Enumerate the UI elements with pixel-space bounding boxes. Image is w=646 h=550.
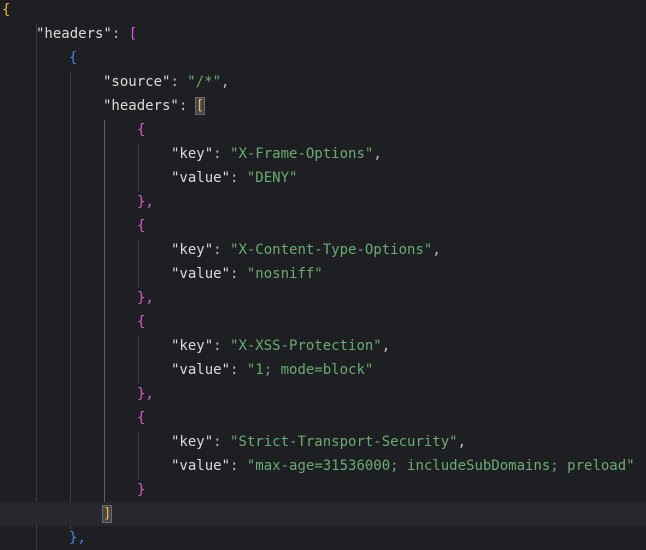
entry-key-value: "X-XSS-Protection" — [230, 338, 382, 354]
code-line[interactable]: }, — [0, 382, 646, 406]
entry-value-value: "DENY" — [246, 170, 298, 186]
colon: : — [230, 458, 247, 474]
code-line[interactable]: { — [0, 118, 646, 142]
source-key: "source" — [103, 74, 171, 90]
entry-open-brace: { — [137, 410, 146, 426]
code-line[interactable]: { — [0, 214, 646, 238]
colon: : — [230, 362, 247, 378]
comma: , — [221, 74, 230, 90]
code-line[interactable]: "headers": [ — [0, 94, 646, 118]
comma: , — [373, 146, 382, 162]
entry-key-name: "key" — [171, 338, 214, 354]
code-line[interactable]: "value": "1; mode=block" — [0, 358, 646, 382]
entry-close-brace: }, — [137, 194, 154, 210]
code-line[interactable]: "key": "X-XSS-Protection", — [0, 334, 646, 358]
comma: , — [432, 242, 441, 258]
inner-array-close: ] — [101, 505, 113, 523]
code-line[interactable]: }, — [0, 286, 646, 310]
colon: : — [213, 338, 231, 354]
headers-key: "headers" — [36, 26, 112, 42]
current-code-line[interactable]: ] — [0, 502, 646, 526]
entry-key-value: "Strict-Transport-Security" — [230, 434, 458, 450]
entry-key-value: "X-Frame-Options" — [230, 146, 374, 162]
inner-array-open: [ — [194, 97, 206, 115]
colon: : — [178, 98, 196, 114]
code-line[interactable]: } — [0, 478, 646, 502]
comma: , — [457, 434, 467, 450]
source-value: "/*" — [187, 74, 222, 90]
colon: : — [213, 434, 231, 450]
code-line[interactable]: "source": "/*", — [0, 70, 646, 94]
entry-open-brace: { — [137, 314, 146, 330]
code-line[interactable]: "value": "DENY" — [0, 166, 646, 190]
colon: : — [230, 266, 247, 282]
entry-value-name: "value" — [171, 170, 231, 186]
rule-object-open: { — [69, 50, 78, 66]
entry-value-value: "nosniff" — [246, 266, 323, 282]
code-line[interactable]: "key": "X-Frame-Options", — [0, 142, 646, 166]
code-line[interactable]: }, — [0, 190, 646, 214]
entry-key-name: "key" — [171, 146, 214, 162]
colon: : — [230, 170, 247, 186]
entry-value-name: "value" — [171, 458, 231, 474]
entry-open-brace: { — [137, 218, 146, 234]
entry-value-name: "value" — [171, 266, 231, 282]
code-line[interactable]: "key": "Strict-Transport-Security", — [0, 430, 646, 454]
root-open-brace: { — [2, 2, 11, 18]
headers-array-open: [ — [128, 26, 138, 42]
entry-key-value: "X-Content-Type-Options" — [230, 242, 433, 258]
entry-value-value: "max-age=31536000; includeSubDomains; pr… — [246, 458, 635, 474]
code-line[interactable]: { — [0, 0, 646, 22]
comma: , — [381, 338, 391, 354]
entry-key-name: "key" — [171, 242, 214, 258]
code-line[interactable]: "value": "max-age=31536000; includeSubDo… — [0, 454, 646, 478]
code-editor[interactable]: { "headers": [ { "source": "/*", "header… — [0, 0, 646, 550]
entry-value-value: "1; mode=block" — [246, 362, 374, 378]
code-line[interactable]: "key": "X-Content-Type-Options", — [0, 238, 646, 262]
colon: : — [213, 146, 231, 162]
entry-close-brace: }, — [137, 386, 154, 402]
colon: : — [213, 242, 231, 258]
colon: : — [111, 26, 129, 42]
code-line[interactable]: "headers": [ — [0, 22, 646, 46]
code-line[interactable]: "value": "nosniff" — [0, 262, 646, 286]
entry-value-name: "value" — [171, 362, 231, 378]
code-line[interactable]: { — [0, 310, 646, 334]
colon: : — [170, 74, 188, 90]
code-line[interactable]: { — [0, 46, 646, 70]
entry-close-brace: }, — [137, 290, 154, 306]
entry-close-brace: } — [137, 482, 146, 498]
entry-key-name: "key" — [171, 434, 214, 450]
inner-headers-key: "headers" — [103, 98, 179, 114]
entry-open-brace: { — [137, 122, 146, 138]
rule-object-close: }, — [69, 530, 86, 546]
code-line[interactable]: { — [0, 406, 646, 430]
code-line[interactable]: }, — [0, 526, 646, 550]
